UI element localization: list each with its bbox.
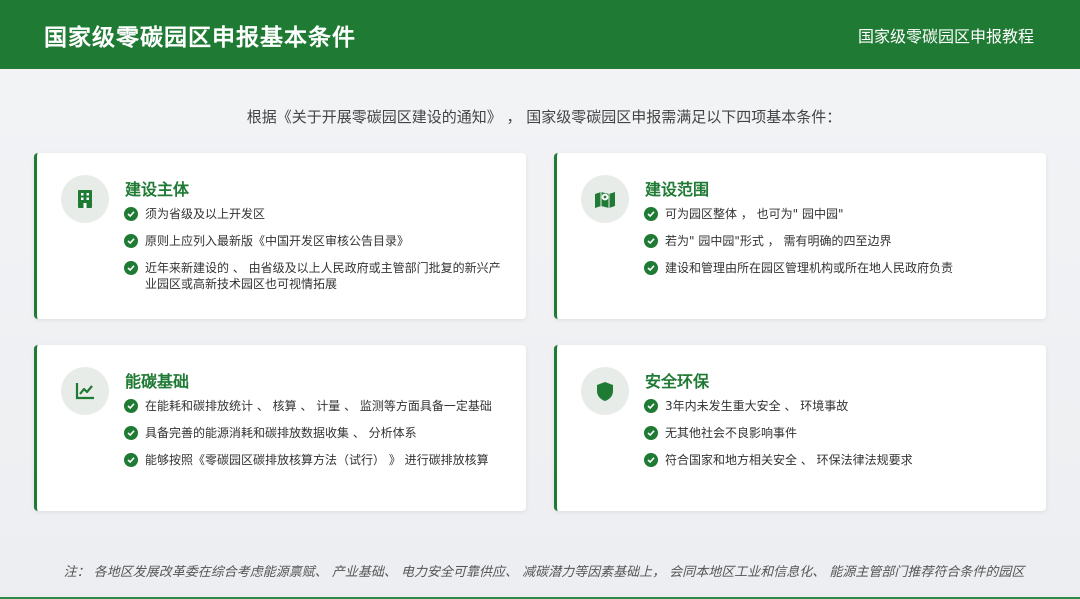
check-circle-icon (644, 399, 658, 413)
list-item: 无其他社会不良影响事件 (644, 425, 1029, 441)
check-circle-icon (644, 453, 658, 467)
card-safety-environment: 安全环保 3年内未发生重大安全 、 环境事故 无其他社会不良影响事件 符合国家和… (554, 345, 1046, 511)
list-item: 符合国家和地方相关安全 、 环保法律法规要求 (644, 452, 1029, 468)
list-item: 3年内未发生重大安全 、 环境事故 (644, 398, 1029, 414)
check-circle-icon (124, 234, 138, 248)
page-title: 国家级零碳园区申报基本条件 (44, 24, 356, 51)
list-item: 须为省级及以上开发区 (124, 206, 509, 222)
list-item: 在能耗和碳排放统计 、 核算 、 计量 、 监测等方面具备一定基础 (124, 398, 509, 414)
check-circle-icon (644, 261, 658, 275)
check-circle-icon (124, 207, 138, 221)
card-title: 能碳基础 (125, 372, 190, 391)
card-title: 建设主体 (125, 180, 190, 199)
check-circle-icon (124, 426, 138, 440)
card-energy-carbon-basis: 能碳基础 在能耗和碳排放统计 、 核算 、 计量 、 监测等方面具备一定基础 具… (34, 345, 526, 511)
list-item: 建设和管理由所在园区管理机构或所在地人民政府负责 (644, 260, 1029, 276)
check-circle-icon (124, 399, 138, 413)
condition-list: 须为省级及以上开发区 原则上应列入最新版《中国开发区审核公告目录》 近年来新建设… (124, 206, 509, 303)
chart-line-icon (61, 367, 109, 415)
header-subtitle: 国家级零碳园区申报教程 (857, 26, 1034, 46)
check-circle-icon (644, 234, 658, 248)
list-item: 能够按照《零碳园区碳排放核算方法（试行） 》 进行碳排放核算 (124, 452, 509, 468)
list-item: 原则上应列入最新版《中国开发区审核公告目录》 (124, 233, 509, 249)
condition-list: 3年内未发生重大安全 、 环境事故 无其他社会不良影响事件 符合国家和地方相关安… (644, 398, 1029, 479)
card-title: 安全环保 (645, 372, 710, 391)
card-title: 建设范围 (645, 180, 710, 199)
card-construction-scope: 建设范围 可为园区整体 ， 也可为" 园中园" 若为" 园中园"形式 ， 需有明… (554, 153, 1046, 319)
list-item: 具备完善的能源消耗和碳排放数据收集 、 分析体系 (124, 425, 509, 441)
building-icon (61, 175, 109, 223)
check-circle-icon (644, 207, 658, 221)
check-circle-icon (124, 453, 138, 467)
header-bar: 国家级零碳园区申报基本条件 国家级零碳园区申报教程 (0, 0, 1080, 69)
intro-text: 根据《关于开展零碳园区建设的通知》 ， 国家级零碳园区申报需满足以下四项基本条件… (246, 108, 842, 126)
check-circle-icon (124, 261, 138, 275)
list-item: 若为" 园中园"形式 ， 需有明确的四至边界 (644, 233, 1029, 249)
map-icon (581, 175, 629, 223)
footnote: 注： 各地区发展改革委在综合考虑能源禀赋、 产业基础、 电力安全可靠供应、 减碳… (63, 565, 1025, 580)
condition-list: 可为园区整体 ， 也可为" 园中园" 若为" 园中园"形式 ， 需有明确的四至边… (644, 206, 1029, 287)
list-item: 可为园区整体 ， 也可为" 园中园" (644, 206, 1029, 222)
shield-icon (581, 367, 629, 415)
card-construction-entity: 建设主体 须为省级及以上开发区 原则上应列入最新版《中国开发区审核公告目录》 近… (34, 153, 526, 319)
check-circle-icon (644, 426, 658, 440)
condition-list: 在能耗和碳排放统计 、 核算 、 计量 、 监测等方面具备一定基础 具备完善的能… (124, 398, 509, 479)
list-item: 近年来新建设的 、 由省级及以上人民政府或主管部门批复的新兴产业园区或高新技术园… (124, 260, 509, 292)
